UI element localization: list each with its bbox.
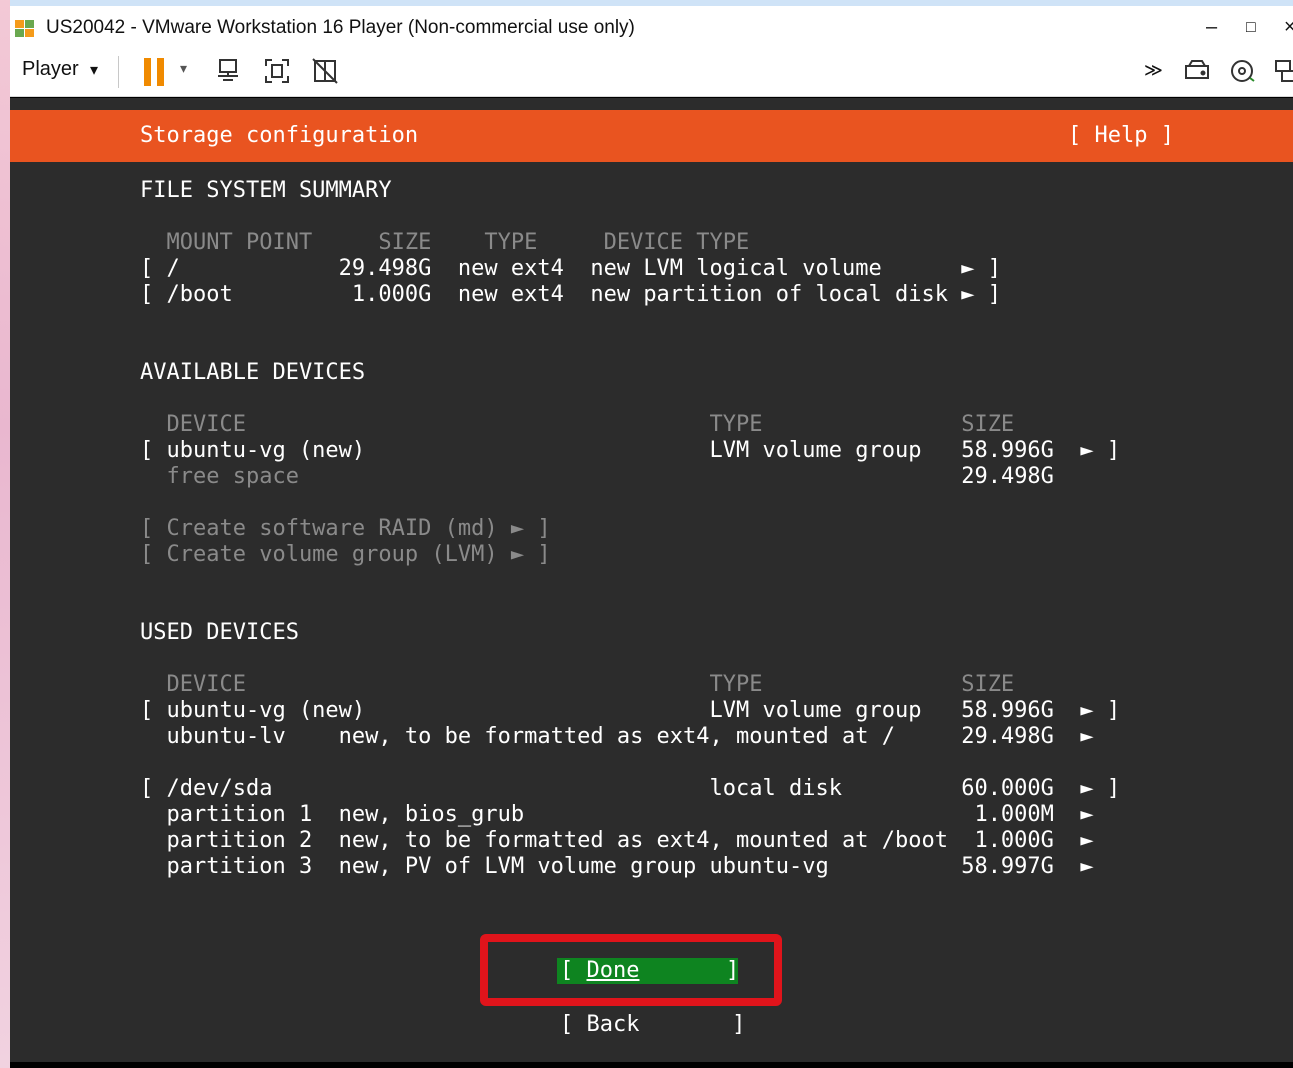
- toolbar: Player ▾ ▾ ≫: [10, 48, 1293, 97]
- available-device-row[interactable]: [ ubuntu-vg (new) LVM volume group 58.99…: [140, 438, 1120, 463]
- used-devices-heading: USED DEVICES: [140, 620, 299, 645]
- used-device-row[interactable]: [ /dev/sda local disk 60.000G ► ]: [140, 776, 1120, 801]
- more-options-icon[interactable]: ≫: [1144, 60, 1163, 81]
- available-devices-columns: DEVICE TYPE SIZE: [140, 412, 1015, 437]
- vmware-window: US20042 - VMware Workstation 16 Player (…: [10, 0, 1293, 1068]
- player-menu-button[interactable]: Player: [22, 58, 79, 81]
- help-button[interactable]: [ Help ]: [1068, 123, 1174, 148]
- unity-mode-icon[interactable]: [310, 56, 340, 86]
- player-menu-caret-icon[interactable]: ▾: [90, 60, 98, 80]
- fs-summary-row[interactable]: [ /boot 1.000G new ext4 new partition of…: [140, 282, 1001, 307]
- maximize-button[interactable]: □: [1246, 19, 1256, 37]
- close-button[interactable]: ×: [1284, 16, 1293, 39]
- power-options-caret-icon[interactable]: ▾: [180, 60, 187, 77]
- minimize-button[interactable]: –: [1206, 16, 1217, 39]
- fs-summary-heading: FILE SYSTEM SUMMARY: [140, 178, 392, 203]
- vmware-app-icon: [14, 18, 36, 38]
- pause-icon[interactable]: [144, 58, 166, 86]
- vm-console-screen[interactable]: Storage configuration [ Help ] FILE SYST…: [10, 98, 1293, 1062]
- window-title: US20042 - VMware Workstation 16 Player (…: [46, 17, 635, 38]
- create-vg-action: [ Create volume group (LVM) ► ]: [140, 542, 551, 567]
- hard-disk-icon[interactable]: [1182, 56, 1212, 86]
- used-device-row[interactable]: [ ubuntu-vg (new) LVM volume group 58.99…: [140, 698, 1120, 723]
- send-ctrl-alt-del-icon[interactable]: [214, 56, 244, 86]
- done-button-close[interactable]: ]: [726, 958, 739, 983]
- fs-summary-row[interactable]: [ / 29.498G new ext4 new LVM logical vol…: [140, 256, 1001, 281]
- full-screen-icon[interactable]: [262, 56, 292, 86]
- used-device-row[interactable]: partition 1 new, bios_grub 1.000M ►: [140, 802, 1093, 827]
- used-device-row[interactable]: partition 2 new, to be formatted as ext4…: [140, 828, 1093, 853]
- create-raid-action: [ Create software RAID (md) ► ]: [140, 516, 551, 541]
- network-adapter-icon[interactable]: [1272, 56, 1293, 86]
- used-device-row[interactable]: partition 3 new, PV of LVM volume group …: [140, 854, 1093, 879]
- title-bar: US20042 - VMware Workstation 16 Player (…: [10, 0, 1293, 48]
- used-devices-columns: DEVICE TYPE SIZE: [140, 672, 1015, 697]
- free-space-label: free space: [140, 464, 299, 489]
- used-device-row[interactable]: ubuntu-lv new, to be formatted as ext4, …: [140, 724, 1093, 749]
- available-free-space-row: free space 29.498G: [140, 464, 1054, 489]
- installer-header: Storage configuration [ Help ]: [10, 110, 1293, 162]
- cd-dvd-icon[interactable]: [1228, 56, 1258, 86]
- fs-summary-columns: MOUNT POINT SIZE TYPE DEVICE TYPE: [140, 230, 750, 255]
- back-button[interactable]: [ Back ]: [560, 1012, 745, 1037]
- page-title: Storage configuration: [140, 123, 419, 148]
- toolbar-divider: [118, 56, 119, 88]
- available-devices-heading: AVAILABLE DEVICES: [140, 360, 366, 385]
- free-space-size: 29.498G: [298, 464, 1054, 489]
- done-button[interactable]: [ Done: [560, 958, 639, 983]
